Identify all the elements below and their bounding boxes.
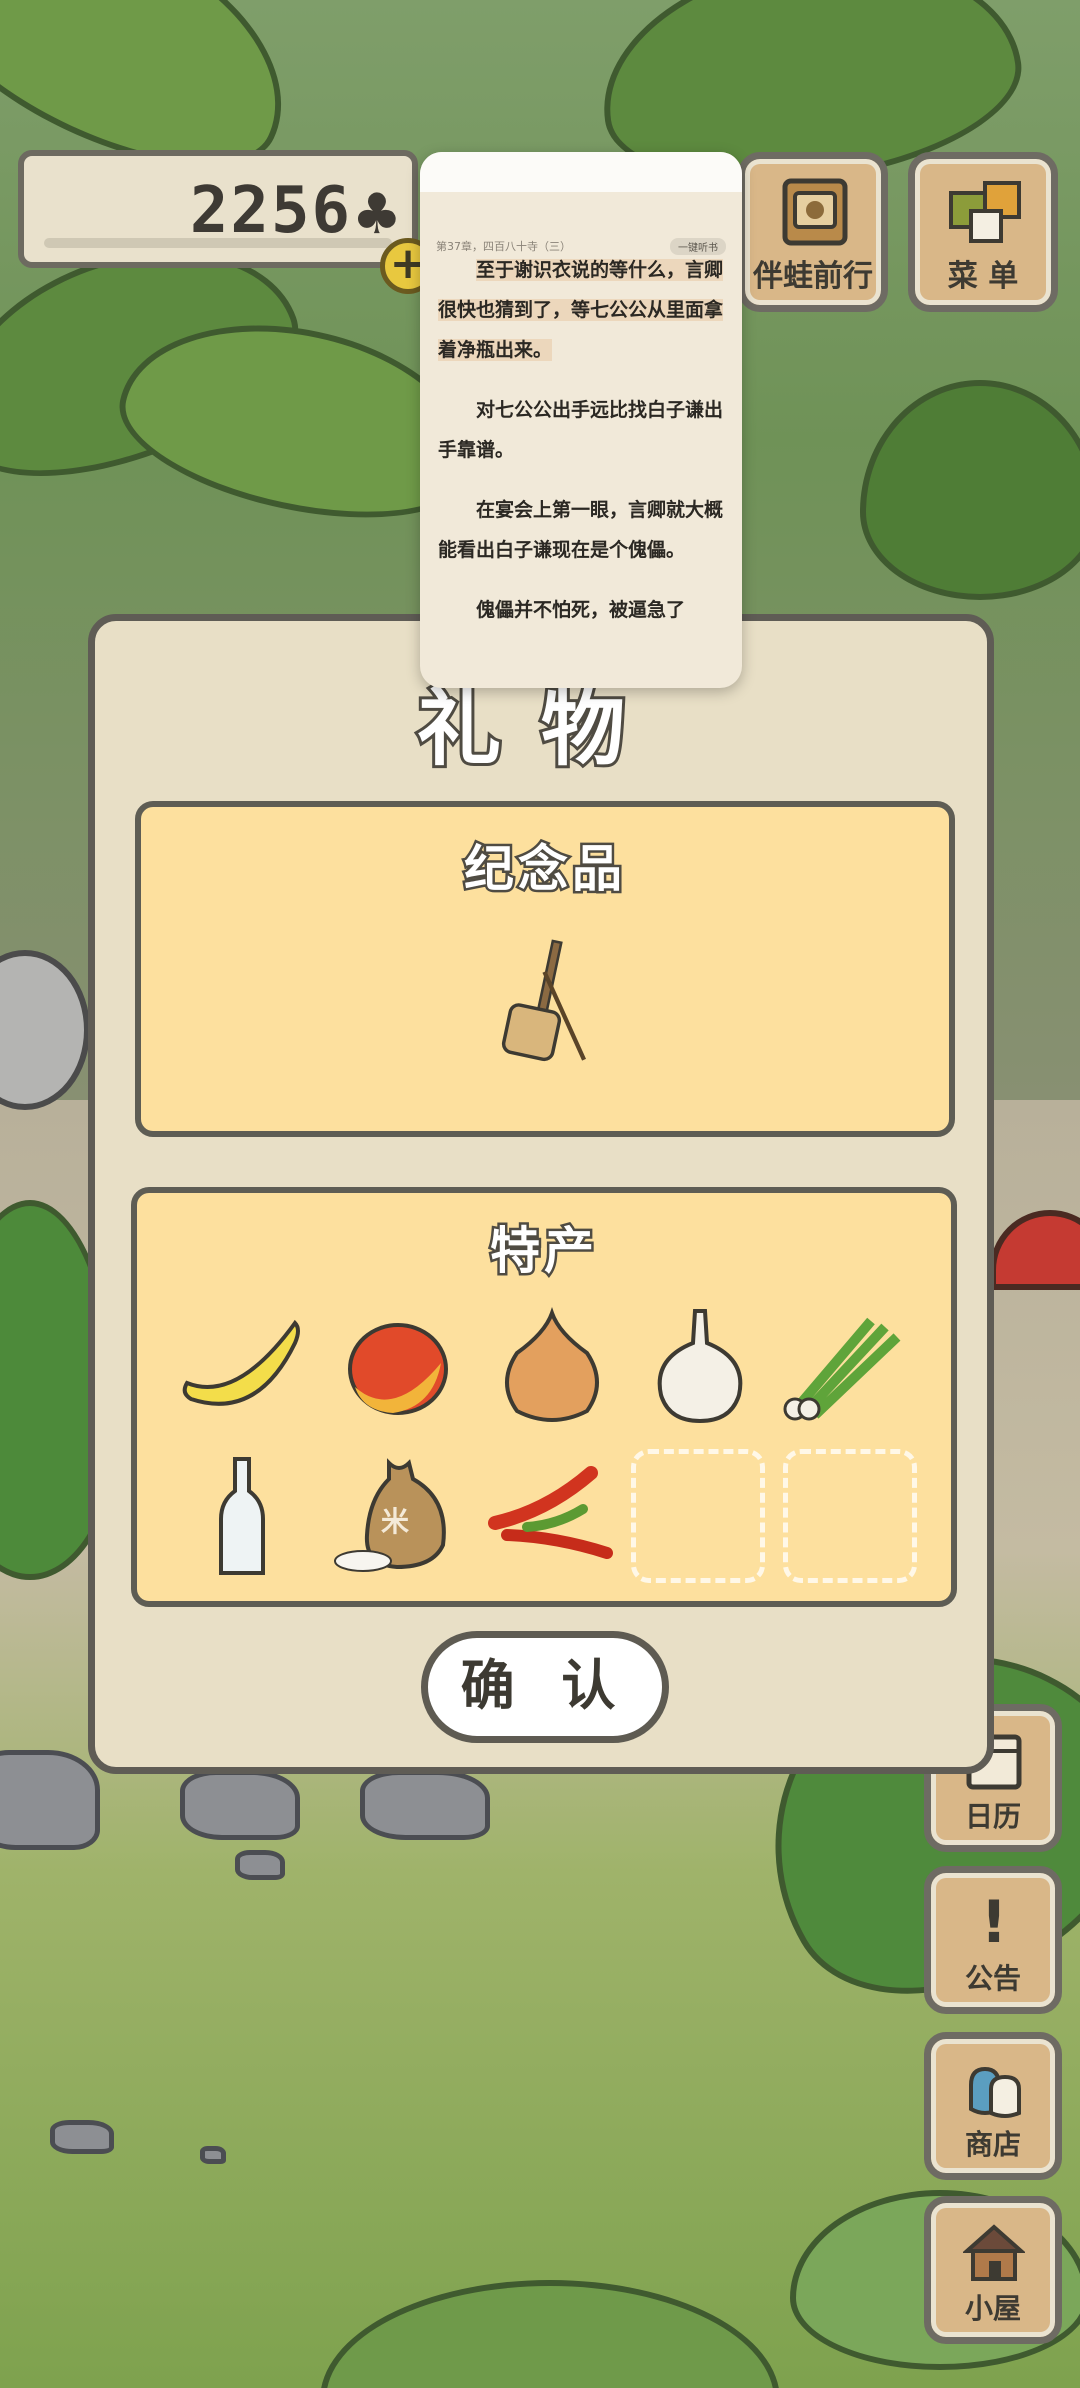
confirm-button[interactable]: 确 认 [421, 1631, 669, 1743]
bags-icon [969, 2066, 1021, 2118]
rice-sack-icon[interactable]: 米 [333, 1449, 463, 1579]
notice-button[interactable]: ! 公告 [924, 1866, 1062, 2014]
shop-label: 商店 [964, 2128, 1021, 2161]
rice-label: 米 [381, 1505, 409, 1538]
notice-label: 公告 [964, 1962, 1021, 1995]
paragraph: 傀儡并不怕死，被逼急了 [476, 599, 686, 621]
souvenir-title: 纪念品 [462, 838, 626, 901]
highlighted-text: 至于谢识衣说的等什么，言卿很快也猜到了，等七公公从里面拿着净瓶出来。 [438, 259, 724, 361]
calendar-label: 日历 [964, 1800, 1021, 1833]
clover-counter: 2256 ♣ [18, 150, 418, 268]
reader-text: 至于谢识衣说的等什么，言卿很快也猜到了，等七公公从里面拿着净瓶出来。 对七公公出… [438, 250, 728, 650]
rock [200, 2146, 226, 2164]
paragraph: 在宴会上第一眼，言卿就大概能看出白子谦现在是个傀儡。 [438, 499, 724, 561]
mango-icon[interactable] [333, 1303, 463, 1433]
paragraph: 对七公公出手远比找白子谦出手靠谱。 [438, 399, 724, 461]
rock [180, 1770, 300, 1840]
menu-label: 菜 单 [947, 259, 1019, 294]
album-icon [782, 178, 848, 246]
house-icon [963, 2224, 1025, 2281]
reader-title-strip [420, 152, 742, 192]
clover-count: 2256 [189, 174, 352, 248]
menu-icon [949, 181, 1021, 243]
house-button[interactable]: 小屋 [924, 2196, 1062, 2344]
exclamation-icon: ! [980, 1888, 1008, 1956]
rock [50, 2120, 114, 2154]
rock [235, 1850, 285, 1880]
garlic-icon[interactable] [635, 1303, 765, 1433]
reader-floating-window[interactable]: 第37章，四百八十寺（三） 一键听书 至于谢识衣说的等什么，言卿很快也猜到了，等… [420, 152, 742, 688]
souvenir-panel: 纪念品 [135, 801, 955, 1137]
clover-bar [44, 238, 392, 248]
shop-button[interactable]: 商店 [924, 2032, 1062, 2180]
onion-icon[interactable] [487, 1303, 617, 1433]
specialty-title: 特产 [488, 1220, 598, 1283]
specialty-panel: 特产 米 [131, 1187, 957, 1607]
empty-slot [631, 1449, 765, 1583]
empty-slot [783, 1449, 917, 1583]
green-onion-icon[interactable] [781, 1297, 911, 1427]
banana-icon[interactable] [177, 1303, 307, 1433]
house-label: 小屋 [964, 2292, 1021, 2325]
menu-button[interactable]: 菜 单 [908, 152, 1058, 312]
bottle-icon[interactable] [177, 1453, 307, 1583]
chili-pepper-icon[interactable] [487, 1449, 617, 1579]
paragraph: 至于谢识衣说的等什么，言卿很快也猜到了，等七公公从里面拿着净瓶出来。 [438, 250, 728, 370]
rock [360, 1770, 490, 1840]
gift-dialog: 礼物 纪念品 特产 米 确 认 [88, 614, 994, 1774]
rock [0, 1750, 100, 1850]
sanshin-icon[interactable] [491, 927, 603, 1077]
album-button[interactable]: 伴蛙前行 [738, 152, 888, 312]
album-label: 伴蛙前行 [753, 259, 873, 294]
